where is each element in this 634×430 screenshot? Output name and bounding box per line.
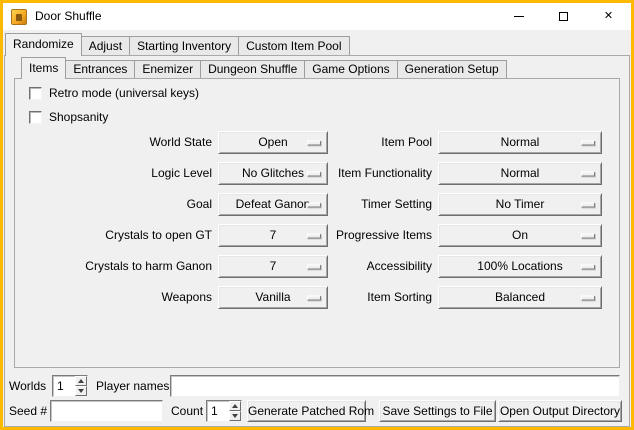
- progressive-items-value: On: [512, 228, 528, 242]
- tab-custom-item-pool[interactable]: Custom Item Pool: [238, 36, 349, 55]
- item-pool-dropdown[interactable]: Normal: [438, 131, 602, 154]
- shopsanity-checkbox[interactable]: [29, 111, 42, 124]
- maximize-button[interactable]: [541, 3, 586, 30]
- accessibility-dropdown[interactable]: 100% Locations: [438, 255, 602, 278]
- worlds-spinner: [52, 375, 88, 397]
- count-spinner: [206, 400, 242, 422]
- spin-down-icon: [78, 389, 84, 393]
- minimize-icon: [514, 16, 524, 17]
- door-shuffle-window: Door Shuffle ✕ Randomize Adjust Starting…: [0, 0, 634, 430]
- retro-mode-label: Retro mode (universal keys): [49, 86, 199, 100]
- count-spin-up[interactable]: [229, 401, 241, 411]
- player-names-label: Player names: [96, 375, 169, 397]
- shopsanity-checkbox-row: Shopsanity: [29, 110, 108, 124]
- accessibility-label: Accessibility: [300, 255, 432, 278]
- weapons-label: Weapons: [60, 286, 212, 309]
- item-functionality-label: Item Functionality: [300, 162, 432, 185]
- item-sorting-value: Balanced: [495, 290, 545, 304]
- titlebar[interactable]: Door Shuffle ✕: [3, 3, 631, 30]
- tab-game-options[interactable]: Game Options: [304, 60, 397, 78]
- crystals-ganon-label: Crystals to harm Ganon: [60, 255, 212, 278]
- retro-mode-checkbox[interactable]: [29, 87, 42, 100]
- tab-randomize[interactable]: Randomize: [5, 33, 82, 56]
- item-pool-value: Normal: [501, 135, 540, 149]
- worlds-spin-down[interactable]: [75, 386, 87, 396]
- app-icon: [11, 9, 27, 25]
- dropdown-indicator: [581, 171, 595, 176]
- logic-level-value: No Glitches: [242, 166, 304, 180]
- dropdown-indicator: [581, 233, 595, 238]
- spin-up-icon: [78, 379, 84, 383]
- tab-items[interactable]: Items: [21, 57, 66, 79]
- dropdown-indicator: [581, 264, 595, 269]
- timer-setting-value: No Timer: [496, 197, 545, 211]
- retro-mode-checkbox-row: Retro mode (universal keys): [29, 86, 199, 100]
- item-functionality-dropdown[interactable]: Normal: [438, 162, 602, 185]
- close-icon: ✕: [604, 11, 613, 22]
- dropdown-indicator: [581, 295, 595, 300]
- count-spin-down[interactable]: [229, 411, 241, 421]
- dropdown-indicator: [581, 202, 595, 207]
- crystals-ganon-value: 7: [270, 259, 277, 273]
- logic-level-label: Logic Level: [60, 162, 212, 185]
- generate-patched-rom-button[interactable]: Generate Patched Rom: [247, 400, 366, 422]
- player-names-input[interactable]: [170, 375, 620, 397]
- item-functionality-value: Normal: [501, 166, 540, 180]
- maximize-icon: [559, 12, 568, 21]
- item-pool-label: Item Pool: [300, 131, 432, 154]
- close-button[interactable]: ✕: [586, 3, 631, 30]
- secondary-tabstrip: Items Entrances Enemizer Dungeon Shuffle…: [21, 57, 506, 79]
- goal-label: Goal: [60, 193, 212, 216]
- timer-setting-dropdown[interactable]: No Timer: [438, 193, 602, 216]
- crystals-gt-value: 7: [270, 228, 277, 242]
- window-title: Door Shuffle: [35, 3, 102, 30]
- worlds-label: Worlds: [9, 375, 46, 397]
- progressive-items-dropdown[interactable]: On: [438, 224, 602, 247]
- tab-generation-setup[interactable]: Generation Setup: [397, 60, 507, 78]
- dropdown-indicator: [581, 140, 595, 145]
- progressive-items-label: Progressive Items: [300, 224, 432, 247]
- tab-adjust[interactable]: Adjust: [81, 36, 130, 55]
- tab-starting-inventory[interactable]: Starting Inventory: [129, 36, 239, 55]
- timer-setting-label: Timer Setting: [300, 193, 432, 216]
- save-settings-button[interactable]: Save Settings to File: [379, 400, 496, 422]
- shopsanity-label: Shopsanity: [49, 110, 108, 124]
- tab-dungeon-shuffle[interactable]: Dungeon Shuffle: [200, 60, 305, 78]
- spin-up-icon: [232, 404, 238, 408]
- primary-tabstrip: Randomize Adjust Starting Inventory Cust…: [5, 33, 349, 56]
- tab-enemizer[interactable]: Enemizer: [134, 60, 201, 78]
- minimize-button[interactable]: [496, 3, 541, 30]
- seed-label: Seed #: [9, 400, 47, 422]
- tab-entrances[interactable]: Entrances: [65, 60, 135, 78]
- open-output-directory-button[interactable]: Open Output Directory: [498, 400, 622, 422]
- item-sorting-dropdown[interactable]: Balanced: [438, 286, 602, 309]
- worlds-spin-up[interactable]: [75, 376, 87, 386]
- crystals-gt-label: Crystals to open GT: [60, 224, 212, 247]
- weapons-value: Vanilla: [255, 290, 290, 304]
- item-sorting-label: Item Sorting: [300, 286, 432, 309]
- world-state-label: World State: [60, 131, 212, 154]
- spin-down-icon: [232, 414, 238, 418]
- seed-input[interactable]: [50, 400, 163, 422]
- accessibility-value: 100% Locations: [477, 259, 562, 273]
- world-state-value: Open: [258, 135, 287, 149]
- count-label: Count: [171, 400, 203, 422]
